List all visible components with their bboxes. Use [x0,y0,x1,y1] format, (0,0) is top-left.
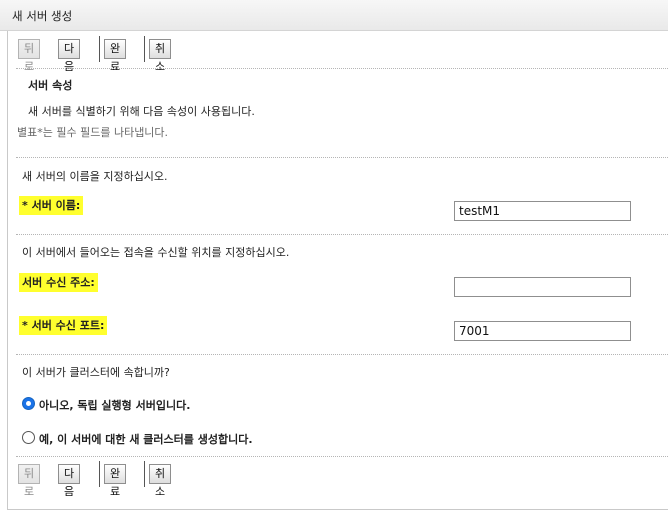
cluster-prompt: 이 서버가 클러스터에 속합니까? [22,366,170,379]
standalone-option-label[interactable]: 아니오, 독립 실행형 서버입니다. [39,397,190,413]
listen-port-label: * 서버 수신 포트: [19,316,108,335]
cancel-button[interactable]: 취소 [149,39,172,73]
listen-port-label-text: * 서버 수신 포트: [19,316,108,335]
toolbar-separator [144,36,145,62]
server-name-label-text: * 서버 이름: [19,196,84,215]
toolbar-separator [144,461,145,487]
listen-address-label: 서버 수신 주소: [19,273,98,292]
next-button[interactable]: 다음 [58,39,81,73]
standalone-radio[interactable] [22,397,35,410]
divider [16,354,668,355]
listen-port-input[interactable] [454,321,631,341]
finish-button-bottom[interactable]: 완료 [104,464,127,498]
title-bar: 새 서버 생성 [0,0,668,31]
listen-address-label-text: 서버 수신 주소: [19,273,98,292]
back-button-bottom[interactable]: 뒤로 [18,464,41,498]
listen-address-input[interactable] [454,277,631,297]
toolbar-separator [99,36,100,62]
listen-prompt: 이 서버에서 들어오는 접속을 수신할 위치를 지정하십시오. [22,246,290,259]
section-description: 새 서버를 식별하기 위해 다음 속성이 사용됩니다. [28,105,255,118]
required-note: 별표*는 필수 필드를 나타냅니다. [17,126,169,139]
divider [16,157,668,158]
cancel-button-bottom[interactable]: 취소 [149,464,172,498]
finish-button[interactable]: 완료 [104,39,127,73]
back-button[interactable]: 뒤로 [18,39,41,73]
divider [16,456,668,457]
page-title: 새 서버 생성 [12,9,73,23]
divider [16,68,668,69]
name-prompt: 새 서버의 이름을 지정하십시오. [22,170,168,183]
create-cluster-option-label[interactable]: 예, 이 서버에 대한 새 클러스터를 생성합니다. [39,431,253,447]
server-name-input[interactable] [454,201,631,221]
divider [16,234,668,235]
section-heading: 서버 속성 [28,79,73,92]
next-button-bottom[interactable]: 다음 [58,464,81,498]
create-cluster-radio[interactable] [22,431,35,444]
server-name-label: * 서버 이름: [19,196,84,215]
toolbar-separator [99,461,100,487]
